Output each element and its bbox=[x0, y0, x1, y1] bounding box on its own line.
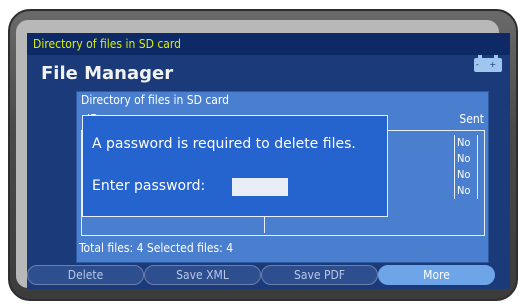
delete-button[interactable]: Delete bbox=[27, 265, 144, 285]
save-pdf-button[interactable]: Save PDF bbox=[261, 265, 378, 285]
save-xml-button[interactable]: Save XML bbox=[144, 265, 261, 285]
more-button[interactable]: More bbox=[378, 265, 495, 285]
panel-title: Directory of files in SD card bbox=[81, 93, 229, 107]
column-divider bbox=[264, 217, 265, 233]
softkey-bar: Delete Save XML Save PDF More bbox=[27, 265, 510, 285]
table-row-sent: No bbox=[454, 183, 478, 199]
table-row-sent: No bbox=[454, 151, 478, 167]
column-header-sent: Sent bbox=[459, 112, 484, 126]
table-row-sent: No bbox=[454, 167, 478, 183]
table-row-sent: No bbox=[454, 135, 478, 151]
password-input[interactable] bbox=[232, 178, 288, 196]
page-title: File Manager bbox=[41, 63, 174, 84]
battery-icon: - + bbox=[474, 55, 502, 72]
header-bar: Directory of files in SD card bbox=[27, 33, 510, 55]
status-bar: Total files: 4 Selected files: 4 bbox=[79, 241, 234, 255]
password-dialog: A password is required to delete files. … bbox=[82, 115, 388, 217]
dialog-message: A password is required to delete files. bbox=[92, 136, 356, 152]
sent-column: No No No No bbox=[454, 135, 478, 199]
password-label: Enter password: bbox=[92, 178, 206, 194]
